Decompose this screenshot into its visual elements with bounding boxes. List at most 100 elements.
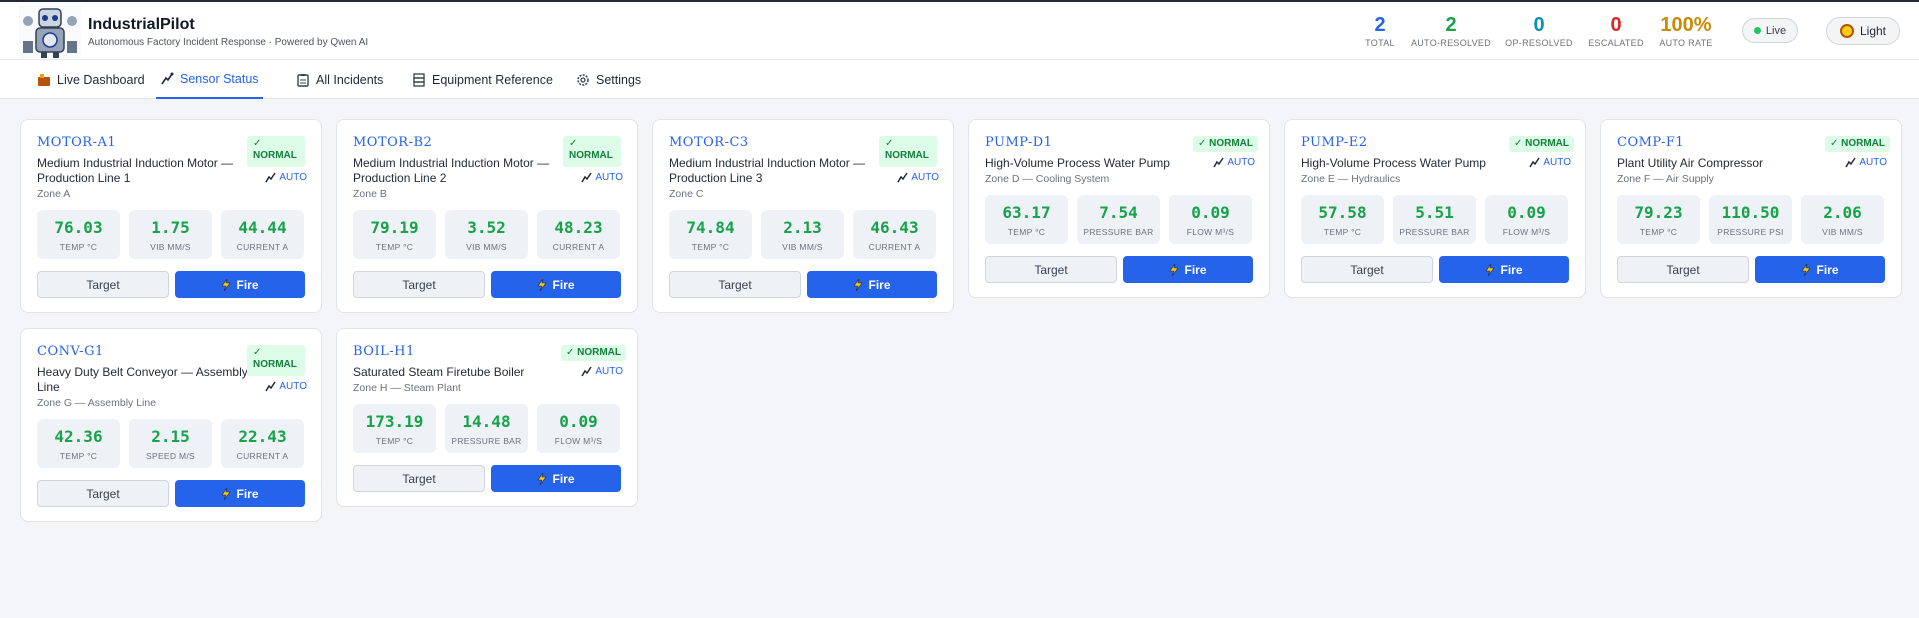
metric-tile: 1.75 VIB MM/S (129, 210, 212, 259)
target-button[interactable]: Target (985, 256, 1117, 283)
metric-label: VIB MM/S (150, 242, 191, 252)
stat-value: 100% (1660, 14, 1712, 36)
metric-value: 44.44 (238, 218, 287, 237)
metric-value: 173.19 (365, 412, 424, 431)
status-badge: ✓ NORMAL (247, 345, 305, 376)
auto-label: AUTO (595, 172, 623, 183)
metric-value: 79.19 (370, 218, 419, 237)
tab-label: All Incidents (316, 72, 384, 87)
metric-value: 2.13 (783, 218, 822, 237)
tab-settings[interactable]: Settings (572, 60, 645, 99)
lightning-icon (537, 472, 548, 485)
metric-tile: 74.84 TEMP °C (669, 210, 752, 259)
target-button[interactable]: Target (669, 271, 801, 298)
lightning-icon (853, 278, 864, 291)
metric-tile: 63.17 TEMP °C (985, 195, 1068, 244)
tab-all-incidents[interactable]: All Incidents (292, 60, 387, 99)
metric-label: FLOW M³/S (554, 436, 603, 446)
target-button[interactable]: Target (353, 271, 485, 298)
sensor-icon (897, 172, 909, 183)
metric-label: FLOW M³/S (1186, 227, 1235, 237)
metric-label: CURRENT A (552, 242, 605, 252)
auto-label: AUTO (1859, 157, 1887, 168)
stat-label: AUTO-RESOLVED (1410, 38, 1492, 48)
tab-live-dashboard[interactable]: Live Dashboard (33, 60, 149, 99)
fire-button[interactable]: Fire (491, 271, 621, 298)
metric-value: 14.48 (462, 412, 511, 431)
metric-value: 5.51 (1415, 203, 1454, 222)
status-badge: ✓ NORMAL (1192, 136, 1258, 152)
target-button[interactable]: Target (1301, 256, 1433, 283)
tab-sensor-status[interactable]: Sensor Status (156, 60, 263, 99)
app-header: IndustrialPilot Autonomous Factory Incid… (0, 2, 1919, 60)
fire-button[interactable]: Fire (175, 271, 305, 298)
tab-bar: Live Dashboard Sensor Status All Inciden… (0, 60, 1919, 99)
fire-button[interactable]: Fire (1439, 256, 1569, 283)
equipment-zone: Zone E — Hydraulics (1301, 173, 1401, 185)
metric-label: CURRENT A (236, 451, 289, 461)
equipment-zone: Zone A (37, 188, 71, 200)
auto-mode-indicator: AUTO (1845, 157, 1887, 168)
stat-label: TOTAL (1365, 38, 1395, 48)
auto-label: AUTO (279, 172, 307, 183)
fire-button[interactable]: Fire (1755, 256, 1885, 283)
equipment-card: PUMP-D1 High-Volume Process Water Pump Zon… (968, 119, 1270, 298)
equipment-card: PUMP-E2 High-Volume Process Water Pump Zon… (1284, 119, 1586, 298)
auto-mode-indicator: AUTO (265, 381, 307, 392)
metric-label: TEMP °C (1007, 227, 1046, 237)
status-badge: ✓ NORMAL (563, 136, 621, 167)
metric-label: VIB MM/S (782, 242, 823, 252)
metric-value: 2.06 (1823, 203, 1862, 222)
lightning-icon (1801, 263, 1812, 276)
sensor-icon (1529, 157, 1541, 168)
equipment-name: Saturated Steam Firetube Boiler (353, 365, 525, 379)
target-button[interactable]: Target (37, 480, 169, 507)
auto-mode-indicator: AUTO (265, 172, 307, 183)
fire-button[interactable]: Fire (1123, 256, 1253, 283)
metric-tile: 46.43 CURRENT A (853, 210, 936, 259)
metric-tile: 76.03 TEMP °C (37, 210, 120, 259)
sensor-icon (581, 366, 593, 377)
fire-label: Fire (236, 486, 259, 501)
equipment-card: BOIL-H1 Saturated Steam Firetube Boiler Zo… (336, 328, 638, 507)
fire-label: Fire (1500, 262, 1523, 277)
theme-toggle-button[interactable]: Light (1826, 17, 1900, 45)
metric-tile: 57.58 TEMP °C (1301, 195, 1384, 244)
metric-value: 46.43 (870, 218, 919, 237)
metric-tile: 79.23 TEMP °C (1617, 195, 1700, 244)
tab-label: Sensor Status (180, 71, 259, 86)
lightning-icon (1485, 263, 1496, 276)
metric-tile: 79.19 TEMP °C (353, 210, 436, 259)
target-button[interactable]: Target (37, 271, 169, 298)
metric-tile: 44.44 CURRENT A (221, 210, 304, 259)
robot-logo-icon (19, 5, 81, 58)
metric-tile: 0.09 FLOW M³/S (1169, 195, 1252, 244)
metric-tile: 48.23 CURRENT A (537, 210, 620, 259)
target-button[interactable]: Target (1617, 256, 1749, 283)
metric-value: 76.03 (54, 218, 103, 237)
fire-button[interactable]: Fire (491, 465, 621, 492)
metric-value: 79.23 (1634, 203, 1683, 222)
fire-button[interactable]: Fire (175, 480, 305, 507)
status-badge: ✓ NORMAL (560, 345, 626, 361)
equipment-id: MOTOR-B2 (353, 135, 433, 150)
equipment-card: COMP-F1 Plant Utility Air Compressor Zone … (1600, 119, 1902, 298)
fire-button[interactable]: Fire (807, 271, 937, 298)
server-icon (413, 72, 425, 87)
tab-equipment-reference[interactable]: Equipment Reference (408, 60, 557, 99)
target-button[interactable]: Target (353, 465, 485, 492)
fire-label: Fire (1816, 262, 1839, 277)
theme-label: Light (1859, 24, 1887, 38)
auto-label: AUTO (1543, 157, 1571, 168)
auto-label: AUTO (595, 366, 623, 377)
equipment-zone: Zone G — Assembly Line (37, 397, 157, 409)
gear-icon (577, 73, 589, 86)
equipment-zone: Zone H — Steam Plant (353, 382, 461, 394)
lightning-icon (537, 278, 548, 291)
metric-value: 48.23 (554, 218, 603, 237)
auto-mode-indicator: AUTO (1213, 157, 1255, 168)
equipment-id: PUMP-E2 (1301, 135, 1368, 150)
fire-label: Fire (236, 277, 259, 292)
equipment-zone: Zone B (353, 188, 387, 200)
stat-auto-resolved: 2 AUTO-RESOLVED (1410, 15, 1492, 48)
